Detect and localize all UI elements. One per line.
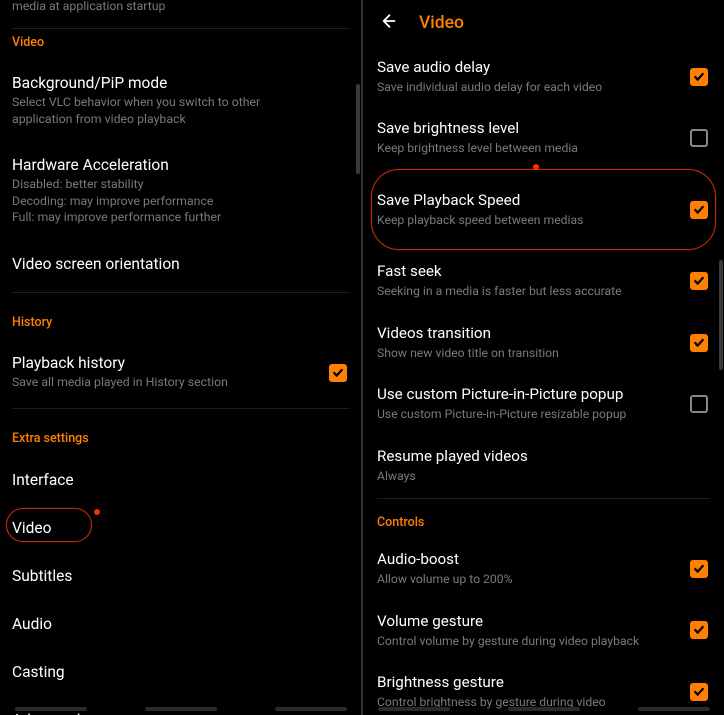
checkbox[interactable]: [690, 621, 708, 639]
setting-subtitle: Keep playback speed between medias: [377, 212, 670, 228]
nav-pill[interactable]: [378, 707, 450, 711]
setting-title: Audio-boost: [377, 550, 670, 568]
setting-subtitle: Keep brightness level between media: [377, 140, 670, 156]
setting-subtitle: Save all media played in History section: [12, 375, 309, 392]
extra-item-label: Video: [12, 519, 51, 537]
extra-item-video[interactable]: Video: [12, 504, 349, 552]
nav-pill[interactable]: [638, 707, 710, 711]
android-nav-bar: [363, 707, 724, 711]
extra-item-interface[interactable]: Interface: [12, 456, 349, 504]
checkbox[interactable]: [690, 683, 708, 701]
setting-title: Use custom Picture-in-Picture popup: [377, 385, 670, 403]
checkbox[interactable]: [690, 395, 708, 413]
nav-pill[interactable]: [15, 707, 87, 711]
setting-subtitle: Always: [377, 468, 670, 484]
setting-screen-orientation[interactable]: Video screen orientation: [12, 241, 349, 290]
setting-title: Save brightness level: [377, 119, 670, 137]
checkbox[interactable]: [690, 68, 708, 86]
android-nav-bar: [0, 707, 361, 711]
nav-pill[interactable]: [145, 707, 217, 711]
checkbox[interactable]: [690, 334, 708, 352]
setting-subtitle: Seeking in a media is faster but less ac…: [377, 283, 670, 299]
setting-subtitle: Save individual audio delay for each vid…: [377, 79, 670, 95]
extra-item-advanced[interactable]: Advanced: [12, 696, 349, 715]
setting-volume-gesture[interactable]: Volume gesture Control volume by gesture…: [377, 600, 710, 661]
checkbox[interactable]: [329, 364, 347, 382]
setting-audio-boost[interactable]: Audio-boost Allow volume up to 200%: [377, 538, 710, 599]
setting-title: Playback history: [12, 354, 309, 372]
settings-screen-left: media at application startup Video Backg…: [0, 0, 361, 715]
setting-title: Hardware Acceleration: [12, 156, 309, 174]
setting-title: Fast seek: [377, 262, 670, 280]
setting-playback-history[interactable]: Playback history Save all media played i…: [12, 340, 349, 406]
divider: [377, 498, 710, 499]
setting-title: Video screen orientation: [12, 255, 309, 273]
setting-title: Save Playback Speed: [377, 191, 670, 209]
setting-subtitle: Disabled: better stability Decoding: may…: [12, 177, 309, 227]
section-header-history: History: [12, 315, 349, 330]
checkbox[interactable]: [690, 129, 708, 147]
setting-save-brightness[interactable]: Save brightness level Keep brightness le…: [377, 107, 710, 168]
setting-save-playback-speed[interactable]: Save Playback Speed Keep playback speed …: [377, 179, 710, 240]
setting-save-audio-delay[interactable]: Save audio delay Save individual audio d…: [377, 46, 710, 107]
divider: [12, 292, 349, 293]
video-settings-screen-right: Video Save audio delay Save individual a…: [363, 0, 724, 715]
setting-title: Videos transition: [377, 324, 670, 342]
checkbox[interactable]: [690, 201, 708, 219]
checkbox[interactable]: [690, 272, 708, 290]
top-app-bar: Video: [363, 0, 724, 46]
setting-title: Volume gesture: [377, 612, 670, 630]
setting-subtitle: Use custom Picture-in-Picture resizable …: [377, 406, 670, 422]
setting-title: Save audio delay: [377, 58, 670, 76]
nav-pill[interactable]: [275, 707, 347, 711]
checkbox[interactable]: [690, 560, 708, 578]
extra-item-casting[interactable]: Casting: [12, 648, 349, 696]
extra-item-subtitles[interactable]: Subtitles: [12, 552, 349, 600]
back-icon[interactable]: [377, 11, 397, 35]
setting-videos-transition[interactable]: Videos transition Show new video title o…: [377, 312, 710, 373]
setting-custom-pip[interactable]: Use custom Picture-in-Picture popup Use …: [377, 373, 710, 434]
setting-subtitle: Select VLC behavior when you switch to o…: [12, 95, 309, 128]
section-header-extra: Extra settings: [12, 431, 349, 446]
highlight-dot: [94, 509, 100, 515]
setting-subtitle: Allow volume up to 200%: [377, 571, 670, 587]
setting-hardware-accel[interactable]: Hardware Acceleration Disabled: better s…: [12, 142, 349, 241]
setting-title: Background/PiP mode: [12, 74, 309, 92]
highlight-dot: [533, 164, 539, 170]
setting-subtitle: Control volume by gesture during video p…: [377, 633, 670, 649]
setting-background-pip[interactable]: Background/PiP mode Select VLC behavior …: [12, 60, 349, 142]
divider: [12, 408, 349, 409]
divider: [12, 28, 349, 29]
setting-title: Resume played videos: [377, 447, 670, 465]
setting-title: Brightness gesture: [377, 673, 670, 691]
setting-resume-played[interactable]: Resume played videos Always: [377, 435, 710, 496]
section-header-video: Video: [12, 35, 349, 50]
screen-title: Video: [419, 13, 464, 33]
setting-subtitle: Show new video title on transition: [377, 345, 670, 361]
setting-fast-seek[interactable]: Fast seek Seeking in a media is faster b…: [377, 250, 710, 311]
nav-pill[interactable]: [508, 707, 580, 711]
extra-item-audio[interactable]: Audio: [12, 600, 349, 648]
truncated-text: media at application startup: [12, 0, 349, 26]
section-header-controls: Controls: [377, 515, 710, 530]
